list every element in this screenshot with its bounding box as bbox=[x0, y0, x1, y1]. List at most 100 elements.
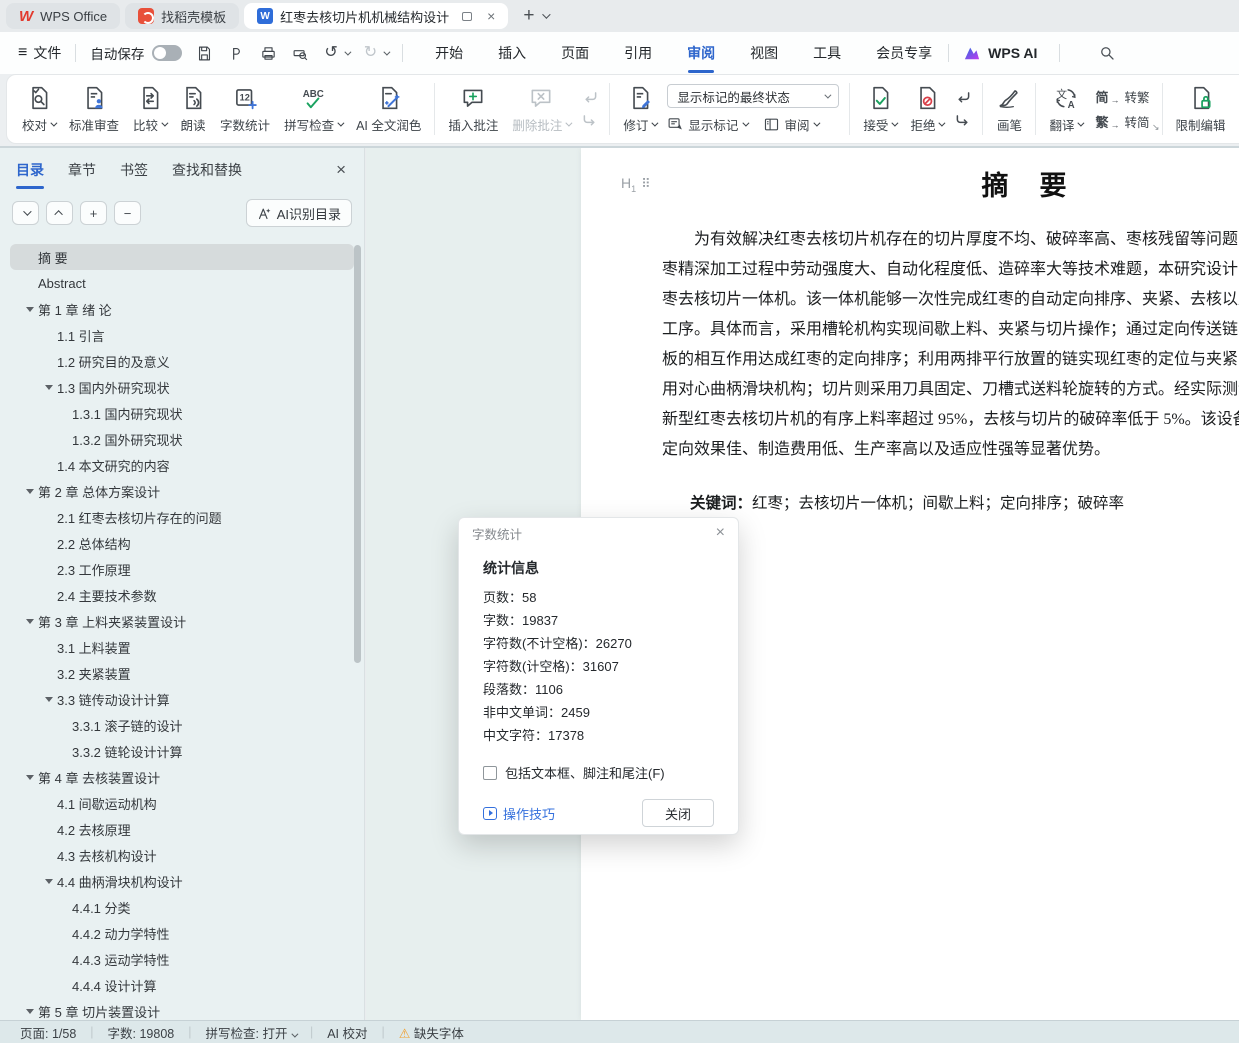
expand-triangle-icon[interactable] bbox=[22, 1008, 38, 1014]
toc-item[interactable]: 2.4 主要技术参数 bbox=[10, 582, 354, 608]
next-revision-icon[interactable] bbox=[954, 113, 972, 128]
toc-item[interactable]: 1.3.1 国内研究现状 bbox=[10, 400, 354, 426]
markup-state-dropdown[interactable]: 显示标记的最终状态 bbox=[667, 84, 840, 108]
expand-triangle-icon[interactable] bbox=[41, 878, 57, 884]
toc-item[interactable]: 第 3 章 上料夹紧装置设计 bbox=[10, 608, 354, 634]
translate-button[interactable]: 文A 翻译 bbox=[1042, 78, 1089, 140]
next-comment-icon[interactable] bbox=[581, 113, 599, 128]
track-changes-button[interactable]: 修订 bbox=[616, 78, 663, 140]
delete-comment-button[interactable]: 删除批注 bbox=[505, 78, 577, 140]
tab-wps-office[interactable]: W WPS Office bbox=[6, 3, 121, 29]
redo-icon[interactable]: ↻ bbox=[364, 45, 377, 61]
toc-item[interactable]: 1.3.2 国外研究现状 bbox=[10, 426, 354, 452]
expand-triangle-icon[interactable] bbox=[22, 306, 38, 312]
heading-level-marker[interactable]: H1 ⠿ bbox=[621, 175, 651, 194]
toc-item[interactable]: 3.2 夹紧装置 bbox=[10, 660, 354, 686]
menu-review[interactable]: 审阅 bbox=[685, 39, 717, 67]
tab-list-chevron-icon[interactable] bbox=[542, 10, 552, 19]
undo-icon[interactable]: ↺ bbox=[324, 45, 337, 61]
document-permission-button[interactable]: 文档 bbox=[1233, 78, 1239, 140]
toc-item[interactable]: Abstract bbox=[10, 270, 354, 296]
menu-tools[interactable]: 工具 bbox=[811, 39, 843, 67]
toc-item[interactable]: 3.3.2 链轮设计计算 bbox=[10, 738, 354, 764]
ink-brush-button[interactable]: 画笔 bbox=[989, 78, 1029, 140]
toc-item[interactable]: 2.2 总体结构 bbox=[10, 530, 354, 556]
include-footnotes-checkbox[interactable]: 包括文本框、脚注和尾注(F) bbox=[483, 763, 714, 782]
group-expand-icon[interactable]: ↘ bbox=[1152, 122, 1160, 133]
toc-item[interactable]: 1.1 引言 bbox=[10, 322, 354, 348]
close-tab-icon[interactable]: × bbox=[487, 8, 495, 24]
file-menu[interactable]: ≡ 文件 bbox=[18, 43, 61, 63]
toc-item[interactable]: 4.4.3 运动学特性 bbox=[10, 946, 354, 972]
search-icon[interactable] bbox=[1098, 44, 1116, 62]
toc-item[interactable]: 1.4 本文研究的内容 bbox=[10, 452, 354, 478]
sidebar-scrollbar[interactable] bbox=[354, 245, 361, 663]
collapse-all-button[interactable] bbox=[46, 201, 73, 225]
word-count-indicator[interactable]: 字数: 19808 bbox=[108, 1023, 175, 1042]
spell-check-indicator[interactable]: 拼写检查: 打开 bbox=[206, 1023, 299, 1042]
page-indicator[interactable]: 页面: 1/58 bbox=[20, 1023, 76, 1042]
zoom-in-toc-button[interactable]: + bbox=[80, 201, 107, 225]
ai-proofread-button[interactable]: AI 校对 bbox=[327, 1023, 367, 1042]
dialog-titlebar[interactable]: 字数统计 × bbox=[459, 518, 738, 548]
expand-triangle-icon[interactable] bbox=[22, 488, 38, 494]
print-icon[interactable] bbox=[260, 45, 277, 62]
drag-handle-icon[interactable]: ⠿ bbox=[641, 176, 650, 192]
expand-triangle-icon[interactable] bbox=[22, 618, 38, 624]
reject-revision-button[interactable]: 拒绝 bbox=[903, 78, 950, 140]
new-tab-button[interactable]: + bbox=[523, 5, 534, 27]
tab-chapters[interactable]: 章节 bbox=[68, 156, 96, 184]
toc-item[interactable]: 2.1 红枣去核切片存在的问题 bbox=[10, 504, 354, 530]
ai-recognize-toc-button[interactable]: AI识别目录 bbox=[245, 199, 352, 227]
tab-find-replace[interactable]: 查找和替换 bbox=[172, 156, 242, 184]
menu-member[interactable]: 会员专享 bbox=[874, 39, 934, 67]
previous-revision-icon[interactable] bbox=[954, 90, 972, 105]
toc-item[interactable]: 第 2 章 总体方案设计 bbox=[10, 478, 354, 504]
toc-item[interactable]: 摘 要 bbox=[10, 244, 354, 270]
autosave-toggle[interactable] bbox=[152, 45, 183, 61]
menu-reference[interactable]: 引用 bbox=[622, 39, 654, 67]
tab-contents[interactable]: 目录 bbox=[16, 156, 44, 189]
expand-triangle-icon[interactable] bbox=[41, 696, 57, 702]
toc-item[interactable]: 1.2 研究目的及意义 bbox=[10, 348, 354, 374]
insert-comment-button[interactable]: 插入批注 bbox=[441, 78, 505, 140]
read-aloud-button[interactable]: 朗读 bbox=[173, 78, 213, 140]
standard-review-button[interactable]: 标准审查 bbox=[62, 78, 126, 140]
tab-bookmarks[interactable]: 书签 bbox=[120, 156, 148, 184]
previous-comment-icon[interactable] bbox=[581, 90, 599, 105]
toc-item[interactable]: 第 4 章 去核装置设计 bbox=[10, 764, 354, 790]
expand-triangle-icon[interactable] bbox=[22, 774, 38, 780]
toc-item[interactable]: 4.2 去核原理 bbox=[10, 816, 354, 842]
toc-item[interactable]: 第 1 章 绪 论 bbox=[10, 296, 354, 322]
toc-item[interactable]: 4.4 曲柄滑块机构设计 bbox=[10, 868, 354, 894]
word-count-button[interactable]: 12 字数统计 bbox=[213, 78, 277, 140]
export-pdf-icon[interactable] bbox=[228, 45, 245, 62]
show-markup-button[interactable]: 显示标记 bbox=[667, 115, 750, 134]
toc-item[interactable]: 1.3 国内外研究现状 bbox=[10, 374, 354, 400]
toc-item[interactable]: 4.4.1 分类 bbox=[10, 894, 354, 920]
menu-page[interactable]: 页面 bbox=[559, 39, 591, 67]
dialog-close-button[interactable]: 关闭 bbox=[641, 799, 714, 827]
close-sidebar-icon[interactable]: × bbox=[336, 160, 346, 180]
redo-history-chevron-icon[interactable] bbox=[383, 48, 391, 56]
toc-item[interactable]: 3.3.1 滚子链的设计 bbox=[10, 712, 354, 738]
menu-home[interactable]: 开始 bbox=[433, 39, 465, 67]
toc-item[interactable]: 2.3 工作原理 bbox=[10, 556, 354, 582]
tab-document[interactable]: W 红枣去核切片机机械结构设计 × bbox=[244, 3, 509, 29]
print-preview-icon[interactable] bbox=[292, 45, 309, 62]
toc-item[interactable]: 4.4.2 动力学特性 bbox=[10, 920, 354, 946]
to-simplified-button[interactable]: 繁 → 转简 bbox=[1095, 112, 1149, 131]
accept-revision-button[interactable]: 接受 bbox=[856, 78, 903, 140]
menu-insert[interactable]: 插入 bbox=[496, 39, 528, 67]
expand-triangle-icon[interactable] bbox=[41, 384, 57, 390]
proofread-button[interactable]: 校对 bbox=[15, 78, 62, 140]
checkbox-icon[interactable] bbox=[483, 765, 497, 780]
compare-button[interactable]: 比较 bbox=[126, 78, 173, 140]
menu-view[interactable]: 视图 bbox=[748, 39, 780, 67]
toc-item[interactable]: 4.4.4 设计计算 bbox=[10, 972, 354, 998]
to-traditional-button[interactable]: 简 → 转繁 bbox=[1095, 87, 1149, 106]
float-window-icon[interactable] bbox=[462, 11, 473, 21]
zoom-out-toc-button[interactable]: − bbox=[114, 201, 141, 225]
tips-link[interactable]: 操作技巧 bbox=[483, 804, 555, 823]
tab-docer-templates[interactable]: 找稻壳模板 bbox=[125, 3, 240, 29]
